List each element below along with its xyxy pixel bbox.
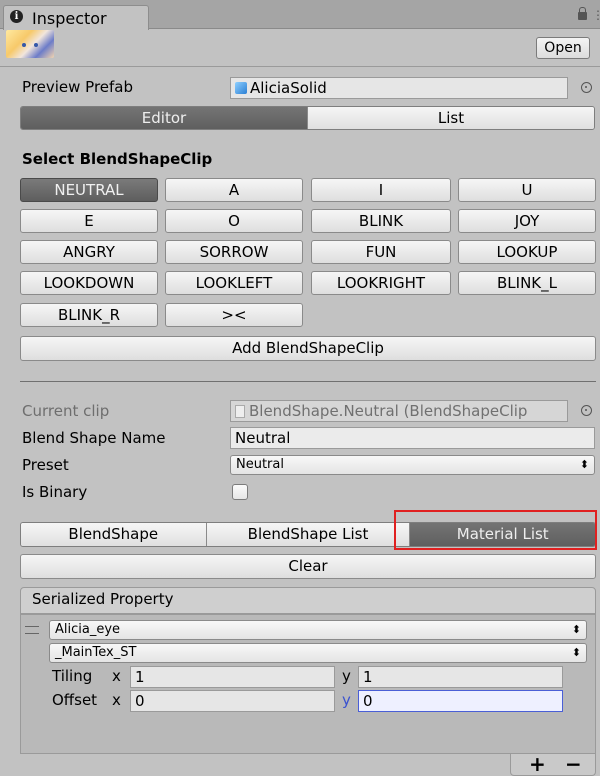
- preset-label: Preset: [22, 456, 69, 474]
- drag-handle-icon[interactable]: [25, 626, 39, 634]
- serialized-property-title: Serialized Property: [32, 590, 174, 608]
- splitter: [20, 381, 596, 382]
- tiling-x-label: x: [112, 667, 121, 685]
- current-clip-value: BlendShape.Neutral (BlendShapeClip: [249, 402, 528, 420]
- tab-inspector-label: Inspector: [32, 9, 107, 28]
- object-picker-icon[interactable]: [581, 405, 592, 416]
- clip-button-fun[interactable]: FUN: [311, 240, 451, 264]
- clip-button-lookleft[interactable]: LOOKLEFT: [165, 271, 303, 295]
- serialized-property-header: Serialized Property: [20, 587, 596, 614]
- remove-icon[interactable]: −: [565, 752, 582, 776]
- preview-prefab-value: AliciaSolid: [250, 79, 327, 97]
- divider: [0, 66, 600, 67]
- menu-icon[interactable]: ⋮: [592, 8, 600, 22]
- offset-x-input[interactable]: 0: [130, 690, 335, 712]
- tab-inspector[interactable]: i Inspector: [3, 5, 149, 30]
- dropdown-arrow-icon: ⬍: [579, 458, 589, 471]
- preview-prefab-label: Preview Prefab: [22, 78, 133, 96]
- add-icon[interactable]: +: [529, 752, 546, 776]
- avatar: [6, 30, 54, 58]
- open-button[interactable]: Open: [536, 37, 590, 59]
- highlight-box: [394, 510, 597, 550]
- tiling-x-input[interactable]: 1: [130, 666, 335, 688]
- clip-button-blink[interactable]: BLINK: [311, 209, 451, 233]
- clip-button-angry[interactable]: ANGRY: [20, 240, 158, 264]
- add-blendshapeclip-button[interactable]: Add BlendShapeClip: [20, 336, 596, 361]
- tiling-label: Tiling: [52, 667, 93, 685]
- tab-blendshape[interactable]: BlendShape: [21, 523, 207, 546]
- clip-button-joy[interactable]: JOY: [458, 209, 596, 233]
- tiling-y-label: y: [342, 667, 351, 685]
- asset-icon: [235, 405, 245, 418]
- is-binary-checkbox[interactable]: [232, 484, 248, 500]
- current-clip-label: Current clip: [22, 402, 110, 420]
- lock-icon[interactable]: [578, 7, 587, 20]
- preset-dropdown[interactable]: Neutral ⬍: [230, 455, 595, 475]
- tab-editor[interactable]: Editor: [21, 107, 308, 129]
- material-dropdown[interactable]: Alicia_eye ⬍: [49, 620, 587, 640]
- clip-button-u[interactable]: U: [458, 178, 596, 202]
- clip-button-o[interactable]: O: [165, 209, 303, 233]
- preview-prefab-field[interactable]: AliciaSolid: [230, 77, 568, 99]
- property-dropdown[interactable]: _MainTex_ST ⬍: [49, 643, 587, 663]
- tab-blendshape-list[interactable]: BlendShape List: [206, 523, 411, 546]
- clip-button-e[interactable]: E: [20, 209, 158, 233]
- dropdown-arrow-icon: ⬍: [571, 646, 581, 659]
- clip-button-custom[interactable]: ><: [165, 303, 303, 327]
- clip-button-neutral[interactable]: NEUTRAL: [20, 178, 158, 202]
- clip-button-a[interactable]: A: [165, 178, 303, 202]
- clip-button-lookright[interactable]: LOOKRIGHT: [311, 271, 451, 295]
- info-icon: i: [10, 10, 23, 23]
- blend-shape-name-input[interactable]: Neutral: [230, 427, 595, 449]
- offset-y-label: y: [342, 691, 351, 709]
- clip-button-lookup[interactable]: LOOKUP: [458, 240, 596, 264]
- material-value: Alicia_eye: [55, 622, 121, 637]
- offset-x-label: x: [112, 691, 121, 709]
- clip-button-i[interactable]: I: [311, 178, 451, 202]
- tab-list[interactable]: List: [308, 107, 594, 129]
- current-clip-field: BlendShape.Neutral (BlendShapeClip: [230, 400, 568, 422]
- select-clip-heading: Select BlendShapeClip: [22, 150, 213, 168]
- clip-button-blink-r[interactable]: BLINK_R: [20, 303, 158, 327]
- preset-value: Neutral: [236, 457, 284, 472]
- clip-button-blink-l[interactable]: BLINK_L: [458, 271, 596, 295]
- list-footer: + −: [510, 752, 596, 776]
- offset-label: Offset: [52, 691, 98, 709]
- is-binary-label: Is Binary: [22, 483, 88, 501]
- prefab-icon: [235, 82, 247, 94]
- dropdown-arrow-icon: ⬍: [571, 623, 581, 636]
- clip-button-sorrow[interactable]: SORROW: [165, 240, 303, 264]
- blend-shape-name-label: Blend Shape Name: [22, 429, 166, 447]
- property-value: _MainTex_ST: [55, 645, 137, 660]
- clip-button-lookdown[interactable]: LOOKDOWN: [20, 271, 158, 295]
- clear-button[interactable]: Clear: [20, 554, 596, 579]
- tiling-y-input[interactable]: 1: [358, 666, 563, 688]
- mode-tabs: Editor List: [20, 106, 595, 130]
- offset-y-input[interactable]: 0: [358, 690, 563, 712]
- object-picker-icon[interactable]: [581, 82, 592, 93]
